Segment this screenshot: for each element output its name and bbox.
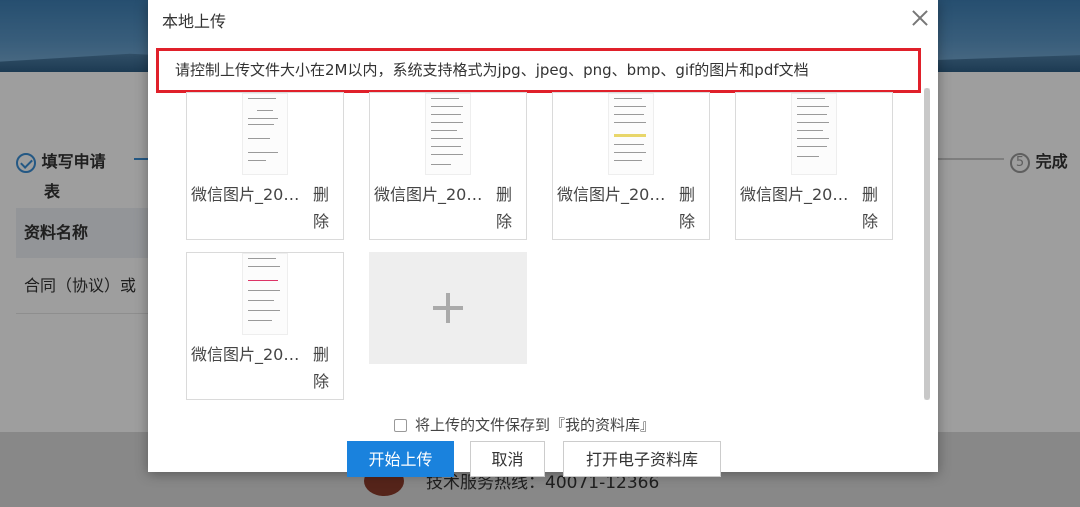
document-thumbnail-icon <box>791 93 837 175</box>
delete-button[interactable]: 删除 <box>675 181 699 235</box>
file-item: 微信图片_20… 删除 <box>186 92 344 240</box>
upload-dialog: 本地上传 请控制上传文件大小在2M以内，系统支持格式为jpg、jpeg、png、… <box>148 0 938 477</box>
file-item: 微信图片_20… 删除 <box>735 92 893 240</box>
file-item: 微信图片_20… 删除 <box>186 252 344 400</box>
delete-button[interactable]: 删除 <box>858 181 882 235</box>
document-thumbnail-icon <box>242 93 288 175</box>
document-thumbnail-icon <box>608 93 654 175</box>
document-thumbnail-icon <box>425 93 471 175</box>
start-upload-button[interactable]: 开始上传 <box>347 441 454 477</box>
file-item: 微信图片_20… 删除 <box>369 92 527 240</box>
add-file-button[interactable] <box>369 252 527 364</box>
file-name: 微信图片_20… <box>374 185 483 204</box>
file-name: 微信图片_20… <box>191 185 300 204</box>
scrollbar-thumb[interactable] <box>924 88 930 400</box>
open-library-button[interactable]: 打开电子资料库 <box>563 441 721 477</box>
file-item: 微信图片_20… 删除 <box>552 92 710 240</box>
delete-button[interactable]: 删除 <box>492 181 516 235</box>
save-to-library-label: 将上传的文件保存到『我的资料库』 <box>415 416 656 434</box>
document-thumbnail-icon <box>242 253 288 335</box>
close-icon[interactable] <box>910 8 930 28</box>
file-name: 微信图片_20… <box>191 345 300 364</box>
save-to-library-checkbox[interactable] <box>394 419 407 432</box>
file-name: 微信图片_20… <box>740 185 849 204</box>
scrollbar[interactable] <box>924 88 930 400</box>
delete-button[interactable]: 删除 <box>309 181 333 235</box>
upload-notice: 请控制上传文件大小在2M以内，系统支持格式为jpg、jpeg、png、bmp、g… <box>156 48 921 93</box>
save-to-library-row[interactable]: 将上传的文件保存到『我的资料库』 <box>394 414 655 435</box>
file-name: 微信图片_20… <box>557 185 666 204</box>
delete-button[interactable]: 删除 <box>309 341 333 395</box>
dialog-title: 本地上传 <box>162 12 227 31</box>
cancel-button[interactable]: 取消 <box>470 441 545 477</box>
